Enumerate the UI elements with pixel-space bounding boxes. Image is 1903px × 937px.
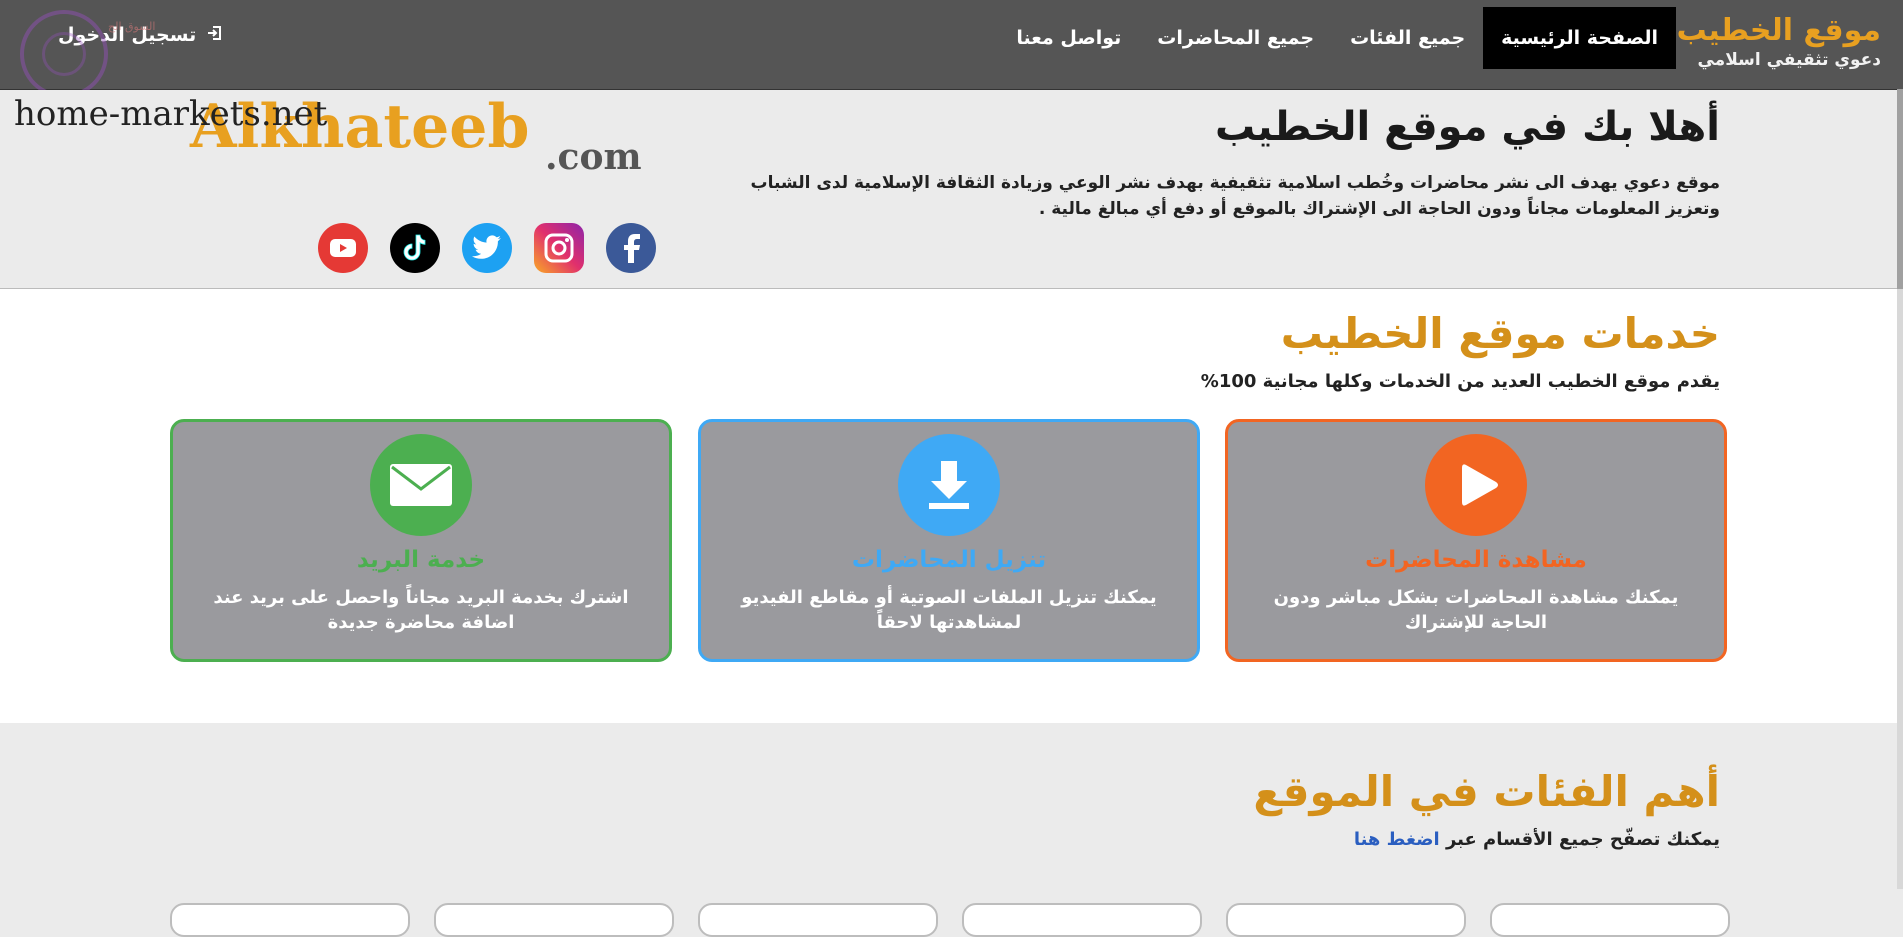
category-card[interactable] [1226,903,1466,937]
service-text-watch: يمكنك مشاهدة المحاضرات بشكل مباشر ودون ا… [1273,587,1679,633]
categories-title: أهم الفئات في الموقع [1253,767,1720,816]
watermark-text: home-markets.net [14,94,328,134]
category-card[interactable] [962,903,1202,937]
services-title: خدمات موقع الخطيب [1280,309,1720,358]
social-links [316,223,656,275]
watermark-logo [20,10,108,98]
hero-title: أهلا بك في موقع الخطيب [1215,104,1720,150]
sign-in-icon [207,24,223,46]
service-text-download: يمكنك تنزيل الملفات الصوتية أو مقاطع الف… [741,587,1157,633]
mail-icon [370,434,472,536]
services-section: خدمات موقع الخطيب يقدم موقع الخطيب العدي… [0,289,1903,723]
category-card[interactable] [698,903,938,937]
service-card-watch[interactable]: مشاهدة المحاضرات يمكنك مشاهدة المحاضرات … [1225,419,1727,662]
service-card-mail[interactable]: خدمة البريد اشترك بخدمة البريد مجاناً وا… [170,419,672,662]
play-icon [1425,434,1527,536]
hero-description: موقع دعوي يهدف الى نشر محاضرات وخُطب اسل… [750,173,1720,219]
services-subtitle: يقدم موقع الخطيب العديد من الخدمات وكلها… [1200,371,1720,392]
site-logo-suffix: .com [545,136,642,178]
category-card[interactable] [1490,903,1730,937]
download-icon [898,434,1000,536]
categories-browse-link[interactable]: اضغط هنا [1354,829,1440,850]
brand-title[interactable]: موقع الخطيب [1677,14,1881,48]
category-cards [170,903,1730,937]
categories-subtitle-text: يمكنك تصفّح جميع الأقسام عبر [1445,829,1720,850]
brand-subtitle: دعوي تثقيفي اسلامي [1697,50,1881,70]
watermark-small-text: السوق الح [108,20,156,33]
top-navbar: موقع الخطيب دعوي تثقيفي اسلامي الصفحة ال… [0,0,1903,90]
nav-all-lectures[interactable]: جميع المحاضرات [1139,7,1332,69]
categories-section: أهم الفئات في الموقع يمكنك تصفّح جميع ال… [0,723,1903,937]
service-title-watch: مشاهدة المحاضرات [1365,547,1587,573]
page-scrollbar-thumb[interactable] [1897,89,1903,289]
youtube-icon[interactable] [318,223,368,273]
categories-subtitle: يمكنك تصفّح جميع الأقسام عبر اضغط هنا [1354,829,1720,850]
instagram-icon[interactable] [534,223,584,273]
tiktok-icon[interactable] [390,223,440,273]
nav-links: الصفحة الرئيسية جميع الفئات جميع المحاضر… [998,7,1676,69]
service-title-mail: خدمة البريد [356,547,486,573]
nav-all-categories[interactable]: جميع الفئات [1332,7,1483,69]
service-title-download: تنزيل المحاضرات [851,547,1047,573]
category-card[interactable] [170,903,410,937]
service-text-mail: اشترك بخدمة البريد مجاناً واحصل على بريد… [213,587,629,633]
nav-contact[interactable]: تواصل معنا [998,7,1139,69]
service-card-download[interactable]: تنزيل المحاضرات يمكنك تنزيل الملفات الصو… [698,419,1200,662]
facebook-icon[interactable] [606,223,656,273]
nav-home[interactable]: الصفحة الرئيسية [1483,7,1676,69]
twitter-icon[interactable] [462,223,512,273]
category-card[interactable] [434,903,674,937]
brand[interactable]: موقع الخطيب دعوي تثقيفي اسلامي [1677,14,1881,71]
